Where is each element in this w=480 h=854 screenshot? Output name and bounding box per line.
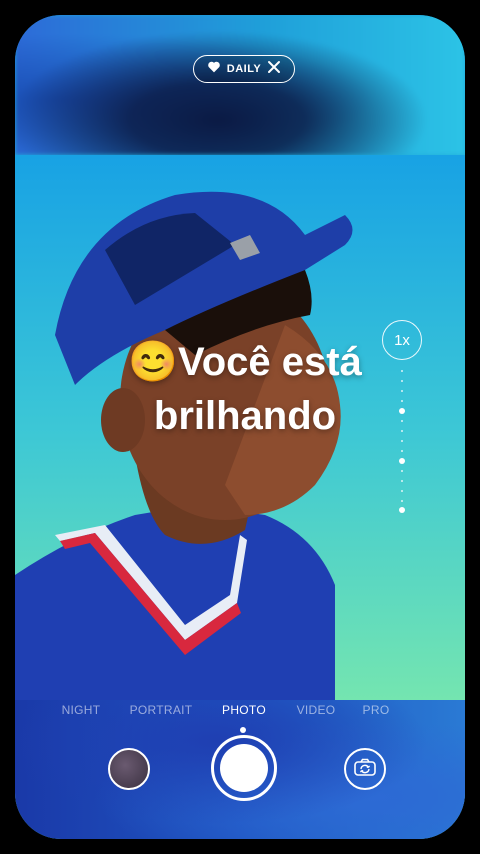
heart-icon	[207, 60, 221, 78]
mode-night[interactable]: NIGHT	[62, 703, 101, 717]
smile-emoji-icon: 😊	[128, 340, 178, 384]
daily-chip[interactable]: DAILY	[193, 55, 295, 83]
close-icon[interactable]	[267, 60, 281, 79]
gallery-thumbnail-button[interactable]	[108, 748, 150, 790]
flip-camera-button[interactable]	[344, 748, 386, 790]
viewfinder-top-blur	[15, 15, 465, 155]
mode-portrait[interactable]: PORTRAIT	[130, 703, 193, 717]
caption-line-1: Você está	[178, 340, 362, 384]
active-mode-indicator	[240, 727, 246, 733]
daily-label: DAILY	[226, 63, 262, 75]
mode-photo[interactable]: PHOTO	[222, 703, 266, 717]
zoom-label: 1x	[394, 331, 410, 349]
zoom-button[interactable]: 1x	[382, 320, 422, 360]
camera-screen: DAILY 😊Você está brilhando 1x NIGHT PORT…	[15, 15, 465, 839]
caption-line-2: brilhando	[153, 394, 337, 438]
caption-overlay: 😊Você está brilhando	[75, 335, 415, 443]
mode-pro[interactable]: PRO	[363, 703, 390, 717]
flip-camera-icon	[354, 758, 376, 781]
zoom-slider[interactable]	[399, 370, 405, 530]
shutter-button[interactable]	[211, 735, 277, 801]
mode-video[interactable]: VIDEO	[297, 703, 336, 717]
shutter-core	[220, 744, 268, 792]
camera-mode-selector[interactable]: NIGHT PORTRAIT PHOTO VIDEO PRO	[15, 703, 465, 723]
